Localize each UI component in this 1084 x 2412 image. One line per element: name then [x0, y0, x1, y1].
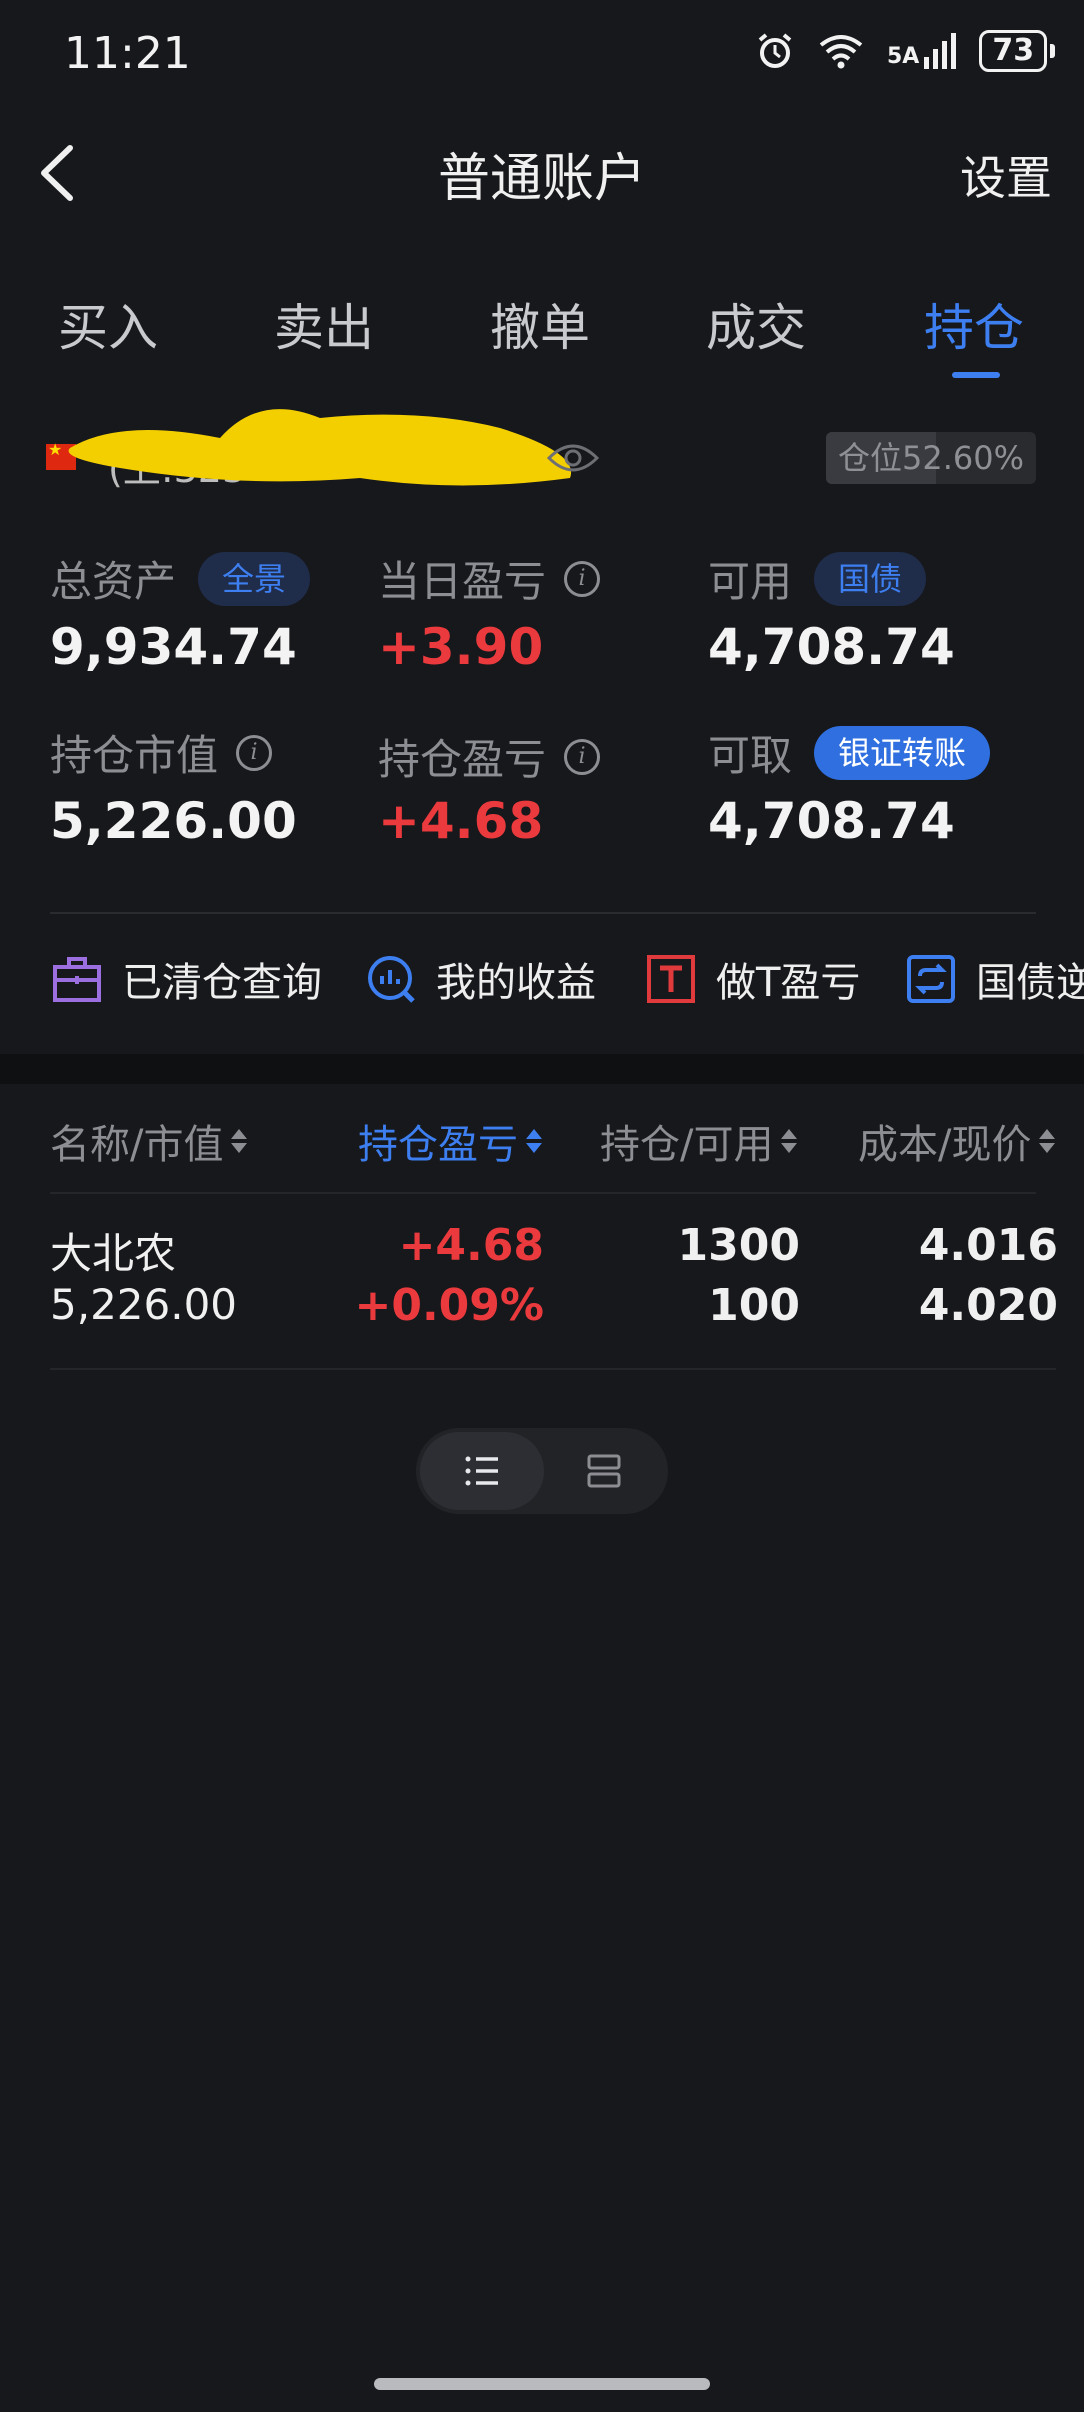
quick-action-label: 做T盈亏: [716, 960, 861, 1006]
tab-cancel[interactable]: 撤单: [490, 288, 590, 360]
repeat-icon: [907, 955, 955, 1003]
column-header-label: 持仓盈亏: [358, 1122, 518, 1168]
info-icon[interactable]: i: [236, 734, 273, 771]
t-box-icon: [647, 955, 695, 1003]
tab-trades[interactable]: 成交: [706, 288, 806, 360]
column-header-name[interactable]: 名称/市值: [50, 1112, 248, 1170]
card-view-button[interactable]: [544, 1432, 664, 1510]
quick-action-label: 国债逆: [976, 960, 1084, 1006]
settings-button[interactable]: 设置: [960, 142, 1052, 208]
briefcase-icon: [53, 957, 101, 1002]
total-assets-value: 9,934.74: [50, 618, 297, 676]
treasury-button[interactable]: 国债: [814, 551, 927, 606]
column-header-pnl[interactable]: 持仓盈亏: [358, 1112, 542, 1170]
stock-available: 100: [708, 1280, 800, 1331]
bank-transfer-button[interactable]: 银证转账: [814, 725, 991, 780]
list-icon: [465, 1456, 498, 1486]
page-title: 普通账户: [437, 149, 646, 209]
chart-search-icon: [368, 956, 415, 1003]
divider: [50, 1368, 1056, 1370]
card-view-icon: [587, 1454, 621, 1488]
battery-level: 73: [979, 30, 1048, 72]
column-header-label: 名称/市值: [50, 1122, 224, 1168]
redaction-scribble: [68, 409, 572, 486]
available-label: 可用: [708, 557, 793, 606]
info-icon[interactable]: i: [564, 560, 601, 597]
market-value-label: 持仓市值: [50, 731, 219, 780]
sort-icon: [231, 1127, 248, 1155]
section-separator: [0, 1054, 1084, 1084]
column-header-holding[interactable]: 持仓/可用: [600, 1112, 798, 1170]
position-ratio-label: 仓位52.60%: [837, 439, 1025, 477]
column-header-label: 成本/现价: [858, 1122, 1032, 1168]
stock-pnl: +4.68: [398, 1220, 544, 1271]
tab-holdings[interactable]: 持仓: [924, 288, 1024, 360]
quick-action-my-earnings[interactable]: 我的收益: [366, 950, 596, 1008]
home-indicator[interactable]: [374, 2378, 710, 2390]
quick-action-treasury-repo[interactable]: 国债逆: [906, 950, 1084, 1008]
stock-holding: 1300: [677, 1220, 800, 1271]
stock-price: 4.020: [918, 1280, 1058, 1331]
eye-icon[interactable]: [545, 438, 601, 478]
quick-action-cleared-positions[interactable]: 已清仓查询: [52, 950, 322, 1008]
total-assets-label: 总资产: [50, 557, 177, 606]
wifi-icon: [819, 35, 863, 69]
column-header-cost[interactable]: 成本/现价: [858, 1112, 1056, 1170]
market-value-value: 5,226.00: [50, 792, 297, 850]
sort-icon: [1039, 1127, 1056, 1155]
view-mode-toggle: [416, 1428, 668, 1514]
quick-action-label: 已清仓查询: [122, 960, 322, 1006]
position-ratio-badge: 仓位52.60%: [826, 432, 1036, 484]
sort-icon: [526, 1127, 542, 1155]
withdrawable-value: 4,708.74: [708, 792, 955, 850]
available-header: 可用 国债: [708, 548, 927, 609]
withdrawable-label: 可取: [708, 731, 793, 780]
quick-action-t-pnl[interactable]: 做T盈亏: [646, 950, 860, 1008]
stock-market-value: 5,226.00: [50, 1280, 238, 1329]
quick-action-label: 我的收益: [436, 960, 596, 1006]
tab-active-indicator: [952, 372, 1000, 378]
withdrawable-header: 可取 银证转账: [708, 722, 991, 783]
daily-pnl-header: 当日盈亏 i: [378, 548, 601, 609]
stock-cost: 4.016: [918, 1220, 1058, 1271]
tab-sell[interactable]: 卖出: [274, 288, 374, 360]
daily-pnl-value: +3.90: [378, 618, 544, 676]
total-assets-header: 总资产 全景: [50, 548, 311, 609]
divider: [50, 1192, 1036, 1194]
available-value: 4,708.74: [708, 618, 955, 676]
network-label: 5A: [887, 44, 920, 69]
panorama-button[interactable]: 全景: [198, 551, 311, 606]
list-view-button[interactable]: [420, 1432, 544, 1510]
market-value-header: 持仓市值 i: [50, 722, 273, 783]
stock-name: 大北农: [50, 1229, 177, 1278]
daily-pnl-label: 当日盈亏: [378, 557, 547, 606]
column-header-label: 持仓/可用: [600, 1122, 774, 1168]
info-icon[interactable]: i: [564, 738, 601, 775]
position-pnl-header: 持仓盈亏 i: [378, 726, 601, 787]
status-time: 11:21: [64, 28, 191, 79]
table-row[interactable]: 大北农 5,226.00 +4.68 +0.09% 1300 100 4.016…: [0, 1210, 1084, 1360]
status-icons: 5A 73: [755, 30, 1056, 72]
divider: [50, 912, 1036, 914]
signal-icon: [924, 33, 957, 69]
tab-buy[interactable]: 买入: [58, 288, 158, 360]
battery-icon: 73: [979, 30, 1056, 72]
position-pnl-value: +4.68: [378, 792, 544, 850]
position-pnl-label: 持仓盈亏: [378, 735, 547, 784]
alarm-icon: [758, 33, 792, 68]
sort-icon: [781, 1127, 798, 1155]
stock-pnl-percent: +0.09%: [354, 1280, 544, 1331]
